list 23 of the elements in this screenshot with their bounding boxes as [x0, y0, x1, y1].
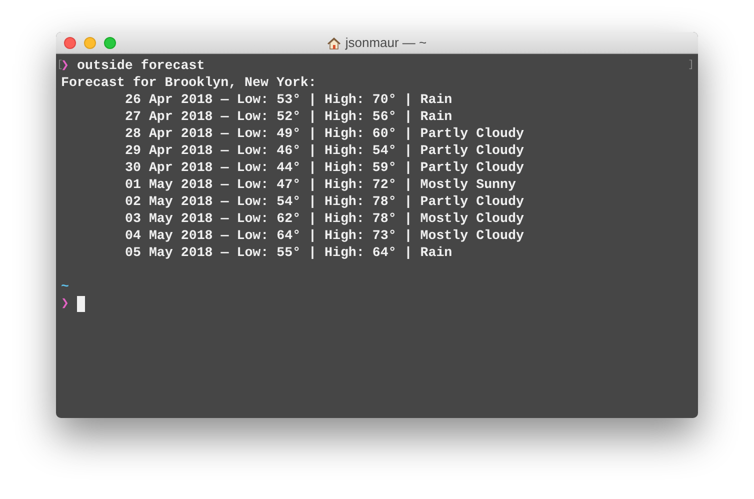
forecast-line: 02 May 2018 — Low: 54° | High: 78° | Partly Cloudy — [125, 193, 524, 210]
forecast-line: 30 Apr 2018 — Low: 44° | High: 59° | Partly Cloudy — [125, 159, 524, 176]
forecast-line: 26 Apr 2018 — Low: 53° | High: 70° | Rain — [125, 91, 452, 108]
close-button[interactable] — [64, 36, 76, 48]
forecast-line: 03 May 2018 — Low: 62° | High: 78° | Mostly Cloudy — [125, 210, 524, 227]
forecast-line: 04 May 2018 — Low: 64° | High: 73° | Mostly Cloudy — [125, 227, 524, 244]
directory-text: ~ — [61, 278, 69, 295]
text-cursor — [77, 296, 86, 312]
minimize-button[interactable] — [84, 36, 96, 48]
forecast-line: 28 Apr 2018 — Low: 49° | High: 60° | Partly Cloudy — [125, 125, 524, 142]
window-title: jsonmaur — ~ — [345, 34, 427, 52]
command-text: outside forecast — [77, 57, 205, 74]
mark-bracket: ] — [688, 58, 694, 73]
forecast-line: 29 Apr 2018 — Low: 46° | High: 54° | Partly Cloudy — [125, 142, 524, 159]
house-icon — [327, 36, 342, 50]
forecast-line: 01 May 2018 — Low: 47° | High: 72° | Mostly Sunny — [125, 176, 516, 193]
mark-bracket: [ — [57, 58, 64, 73]
prompt-symbol: ❯ — [61, 57, 70, 74]
output-heading: Forecast for Brooklyn, New York: — [61, 74, 318, 91]
forecast-line: 05 May 2018 — Low: 55° | High: 64° | Rain — [125, 244, 452, 261]
forecast-line: 27 Apr 2018 — Low: 52° | High: 56° | Rain — [125, 108, 452, 125]
zoom-button[interactable] — [104, 36, 116, 48]
prompt-symbol: ❯ — [61, 295, 70, 312]
